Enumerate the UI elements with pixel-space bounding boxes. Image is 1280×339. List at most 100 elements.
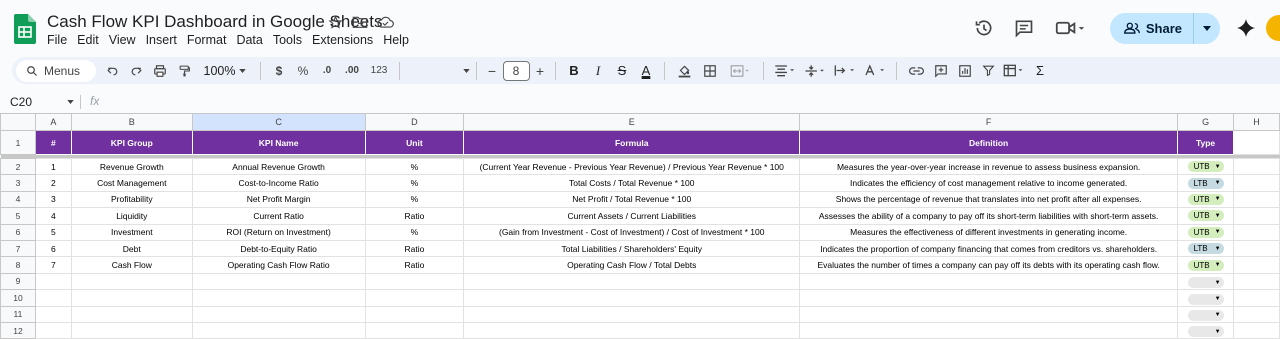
cell-definition[interactable]: Assesses the ability of a company to pay…: [799, 207, 1179, 225]
merge-cells-icon[interactable]: [723, 57, 757, 84]
empty-cell[interactable]: [191, 289, 366, 307]
menu-file[interactable]: File: [47, 33, 67, 47]
empty-cell[interactable]: [1233, 223, 1280, 241]
row-header[interactable]: 2: [0, 157, 36, 176]
cell-kpi-name[interactable]: Cost-to-Income Ratio: [191, 174, 366, 192]
column-header-f[interactable]: F: [799, 113, 1179, 131]
row-header[interactable]: 11: [0, 305, 36, 323]
gemini-icon[interactable]: [1230, 12, 1262, 44]
header-cell-formula[interactable]: Formula: [463, 130, 801, 155]
empty-cell[interactable]: [1233, 207, 1280, 225]
strikethrough-button[interactable]: S: [610, 57, 634, 84]
empty-cell[interactable]: [1233, 272, 1280, 291]
header-cell-kpi-name[interactable]: KPI Name: [191, 130, 366, 155]
empty-cell[interactable]: [463, 272, 801, 291]
type-dropdown-chip[interactable]: UTB ▼: [1187, 161, 1224, 173]
column-header-c[interactable]: C: [191, 113, 366, 131]
empty-cell[interactable]: [799, 305, 1179, 323]
row-header[interactable]: 6: [0, 223, 36, 241]
column-header-e[interactable]: E: [463, 113, 801, 131]
borders-icon[interactable]: [697, 57, 723, 84]
cell-kpi-name[interactable]: ROI (Return on Investment): [191, 223, 366, 241]
empty-cell[interactable]: [463, 305, 801, 323]
cell-kpi-group[interactable]: Debt: [70, 239, 193, 258]
empty-cell[interactable]: [364, 272, 465, 291]
cell-type[interactable]: UTB ▼: [1177, 190, 1235, 209]
cell-type[interactable]: UTB ▼: [1177, 223, 1235, 241]
menu-extensions[interactable]: Extensions: [312, 33, 373, 47]
empty-cell[interactable]: [1233, 256, 1280, 274]
cell-formula[interactable]: Current Assets / Current Liabilities: [463, 207, 801, 225]
cell-kpi-group[interactable]: Profitability: [70, 190, 193, 209]
cell-number[interactable]: 2: [34, 174, 72, 192]
empty-cell[interactable]: [1233, 174, 1280, 192]
type-dropdown-chip[interactable]: UTB ▼: [1187, 259, 1224, 271]
text-wrapping-icon[interactable]: [830, 57, 860, 84]
cell-number[interactable]: 4: [34, 207, 72, 225]
cell-formula[interactable]: Net Profit / Total Revenue * 100: [463, 190, 801, 209]
cell-type[interactable]: UTB ▼: [1177, 207, 1235, 225]
cell-unit[interactable]: Ratio: [364, 207, 465, 225]
empty-cell[interactable]: [34, 321, 72, 339]
empty-cell[interactable]: [70, 321, 193, 339]
currency-format-button[interactable]: $: [267, 57, 291, 84]
empty-cell[interactable]: [70, 272, 193, 291]
italic-button[interactable]: I: [586, 57, 610, 84]
cell-type[interactable]: ▼: [1177, 305, 1235, 323]
functions-button[interactable]: Σ: [1029, 57, 1051, 84]
font-size-increase-button[interactable]: +: [531, 57, 549, 84]
cell-type[interactable]: ▼: [1177, 289, 1235, 307]
undo-icon[interactable]: [100, 57, 124, 84]
star-icon[interactable]: [326, 13, 344, 31]
cell-unit[interactable]: %: [364, 157, 465, 176]
cell-unit[interactable]: %: [364, 223, 465, 241]
cell-definition[interactable]: Indicates the efficiency of cost managem…: [799, 174, 1179, 192]
menu-help[interactable]: Help: [383, 33, 409, 47]
empty-cell[interactable]: [34, 272, 72, 291]
insert-comment-icon[interactable]: [929, 57, 953, 84]
empty-cell[interactable]: [1233, 289, 1280, 307]
empty-cell[interactable]: [463, 321, 801, 339]
cell-kpi-name[interactable]: Net Profit Margin: [191, 190, 366, 209]
cell-kpi-group[interactable]: Cash Flow: [70, 256, 193, 274]
cell-type[interactable]: LTB ▼: [1177, 239, 1235, 258]
header-cell-unit[interactable]: Unit: [364, 130, 465, 155]
cell-kpi-group[interactable]: Cost Management: [70, 174, 193, 192]
empty-cell[interactable]: [799, 272, 1179, 291]
column-header-a[interactable]: A: [34, 113, 72, 131]
vertical-align-icon[interactable]: [800, 57, 830, 84]
cell-kpi-name[interactable]: Debt-to-Equity Ratio: [191, 239, 366, 258]
row-header[interactable]: 12: [0, 321, 36, 339]
empty-cell[interactable]: [364, 321, 465, 339]
paint-format-icon[interactable]: [172, 57, 196, 84]
insert-chart-icon[interactable]: [953, 57, 977, 84]
empty-cell[interactable]: [70, 305, 193, 323]
menu-edit[interactable]: Edit: [77, 33, 99, 47]
column-header-b[interactable]: B: [70, 113, 193, 131]
cell-formula[interactable]: Total Liabilities / Shareholders' Equity: [463, 239, 801, 258]
type-dropdown-chip[interactable]: UTB ▼: [1187, 226, 1224, 238]
empty-cell[interactable]: [70, 289, 193, 307]
cell-unit[interactable]: Ratio: [364, 239, 465, 258]
horizontal-align-icon[interactable]: [770, 57, 800, 84]
sheets-logo-icon[interactable]: [14, 14, 36, 44]
type-dropdown-chip[interactable]: UTB ▼: [1187, 210, 1224, 222]
header-cell-definition[interactable]: Definition: [799, 130, 1179, 155]
cell-definition[interactable]: Shows the percentage of revenue that tra…: [799, 190, 1179, 209]
meet-icon[interactable]: [1048, 12, 1092, 44]
row-header[interactable]: 7: [0, 239, 36, 258]
empty-cell[interactable]: [1233, 130, 1280, 155]
type-dropdown-chip[interactable]: LTB ▼: [1187, 243, 1224, 255]
cell-definition[interactable]: Measures the year-over-year increase in …: [799, 157, 1179, 176]
cell-number[interactable]: 3: [34, 190, 72, 209]
cell-number[interactable]: 5: [34, 223, 72, 241]
column-header-g[interactable]: G: [1177, 113, 1235, 131]
empty-cell[interactable]: [1233, 321, 1280, 339]
search-menus[interactable]: Menus: [16, 59, 96, 82]
cell-unit[interactable]: %: [364, 190, 465, 209]
font-family-select[interactable]: [406, 57, 470, 84]
cell-definition[interactable]: Evaluates the number of times a company …: [799, 256, 1179, 274]
move-folder-icon[interactable]: [351, 13, 369, 31]
type-dropdown-chip[interactable]: LTB ▼: [1187, 177, 1224, 189]
version-history-icon[interactable]: [968, 12, 1000, 44]
